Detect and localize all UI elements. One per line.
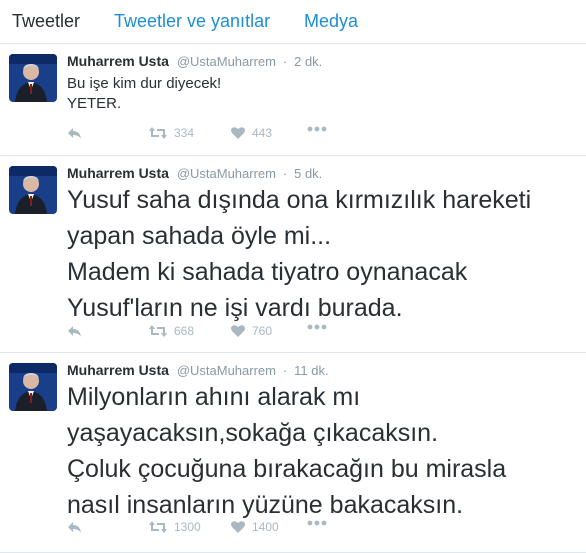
avatar[interactable] — [9, 363, 57, 411]
separator: · — [282, 54, 288, 69]
tweet-header: Muharrem Usta @UstaMuharrem · 5 dk. — [67, 165, 322, 181]
separator: · — [282, 166, 288, 181]
more-button[interactable] — [307, 324, 327, 330]
tweet-text: Bu işe kim dur diyecek! YETER. — [67, 75, 222, 112]
tweet-text: Yusuf saha dışında ona kırmızılık hareke… — [67, 186, 532, 322]
tweet[interactable]: Muharrem Usta @UstaMuharrem · 5 dk. Yusu… — [0, 156, 586, 353]
reply-button[interactable] — [67, 520, 83, 534]
like-button[interactable]: 1400 — [230, 520, 279, 534]
reply-button[interactable] — [67, 324, 83, 338]
heart-icon — [231, 521, 245, 533]
separator: · — [282, 363, 288, 378]
avatar[interactable] — [9, 166, 57, 214]
author-name[interactable]: Muharrem Usta — [67, 53, 169, 69]
retweet-button[interactable]: 1300 — [148, 520, 201, 534]
profile-tabs: Tweetler Tweetler ve yanıtlar Medya — [0, 0, 586, 44]
like-button[interactable]: 760 — [230, 324, 272, 338]
reply-icon — [68, 128, 81, 139]
retweet-icon — [149, 325, 167, 337]
more-button[interactable] — [307, 520, 327, 526]
more-dots-icon — [307, 324, 327, 330]
retweet-count: 668 — [174, 324, 195, 338]
heart-icon — [231, 127, 245, 139]
tab-tweets-and-replies[interactable]: Tweetler ve yanıtlar — [114, 11, 270, 32]
heart-icon — [231, 325, 245, 337]
retweet-button[interactable]: 668 — [148, 324, 194, 338]
author-handle[interactable]: @UstaMuharrem — [177, 166, 276, 181]
reply-button[interactable] — [67, 126, 83, 140]
retweet-count: 1300 — [174, 520, 201, 534]
author-handle[interactable]: @UstaMuharrem — [177, 54, 276, 69]
more-dots-icon — [307, 520, 327, 526]
tweet-timestamp[interactable]: 11 dk. — [294, 363, 328, 378]
tweet-header: Muharrem Usta @UstaMuharrem · 2 dk. — [67, 53, 322, 69]
more-dots-icon — [307, 126, 327, 132]
author-handle[interactable]: @UstaMuharrem — [177, 363, 276, 378]
retweet-count: 334 — [174, 126, 195, 140]
tab-tweets[interactable]: Tweetler — [12, 11, 80, 32]
reply-icon — [68, 522, 81, 533]
reply-icon — [68, 326, 81, 337]
author-name[interactable]: Muharrem Usta — [67, 362, 169, 378]
tweet-text: Milyonların ahını alarak mı yaşayacaksın… — [67, 383, 507, 519]
retweet-icon — [149, 521, 167, 533]
like-button[interactable]: 443 — [230, 126, 272, 140]
retweet-button[interactable]: 334 — [148, 126, 194, 140]
tab-media[interactable]: Medya — [304, 11, 358, 32]
like-count: 443 — [252, 126, 273, 140]
more-button[interactable] — [307, 126, 327, 132]
retweet-icon — [149, 127, 167, 139]
tweet[interactable]: Muharrem Usta @UstaMuharrem · 11 dk. Mil… — [0, 353, 586, 553]
avatar[interactable] — [9, 54, 57, 102]
tweet-timestamp[interactable]: 2 dk. — [294, 54, 322, 69]
like-count: 1400 — [252, 520, 279, 534]
tweet-timestamp[interactable]: 5 dk. — [294, 166, 322, 181]
author-name[interactable]: Muharrem Usta — [67, 165, 169, 181]
tweet-header: Muharrem Usta @UstaMuharrem · 11 dk. — [67, 362, 329, 378]
like-count: 760 — [252, 324, 273, 338]
tweet[interactable]: Muharrem Usta @UstaMuharrem · 2 dk. Bu i… — [0, 44, 586, 156]
